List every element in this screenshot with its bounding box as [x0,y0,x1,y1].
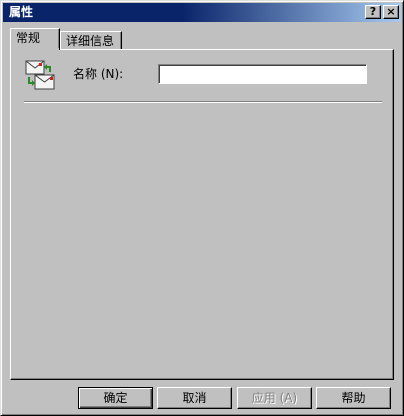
ok-button[interactable]: 确定 [78,387,153,409]
help-icon[interactable]: ? [365,5,381,19]
name-label: 名称 (N): [73,67,124,81]
tab-panel-general [10,49,394,380]
separator [24,101,382,103]
tab-general[interactable]: 常规 [10,28,60,50]
apply-button[interactable]: 应用 (A) [237,387,312,409]
active-tab-joiner [11,48,59,51]
help-button[interactable]: 帮助 [316,387,391,409]
close-icon[interactable]: × [383,5,399,19]
mail-properties-icon [25,60,55,90]
tab-details[interactable]: 详细信息 [60,31,122,50]
title-bar[interactable]: 属性 ? × [3,3,401,22]
name-field[interactable] [158,64,367,84]
cancel-button[interactable]: 取消 [157,387,232,409]
window-title: 属性 [9,5,34,19]
properties-dialog: 属性 ? × 常规 详细信息 名称 (N): 确定 取消 应用 (A) 帮助 [0,0,404,416]
